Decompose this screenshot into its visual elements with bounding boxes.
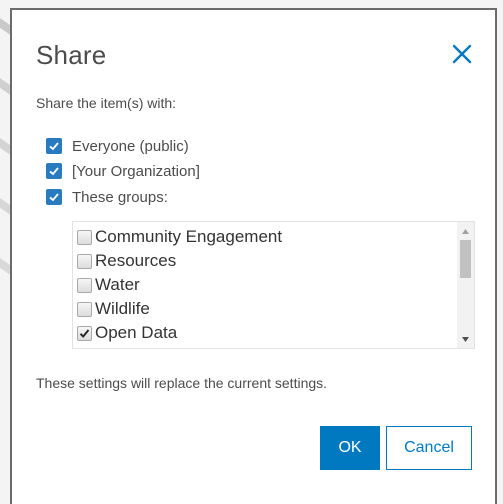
replace-settings-note: These settings will replace the current … xyxy=(36,375,328,391)
checkbox-checked-icon[interactable] xyxy=(46,163,62,179)
dialog-title: Share xyxy=(36,40,107,70)
cancel-button[interactable]: Cancel xyxy=(386,426,472,470)
everyone-public-label: Everyone (public) xyxy=(72,137,189,155)
group-label: Community Engagement xyxy=(95,227,283,246)
checkbox-checked-icon[interactable] xyxy=(77,325,92,341)
your-organization-checkbox[interactable]: [Your Organization] xyxy=(46,161,200,181)
these-groups-label: These groups: xyxy=(72,188,168,206)
checkbox-unchecked-icon[interactable] xyxy=(77,253,92,269)
checkbox-checked-icon[interactable] xyxy=(46,189,62,205)
scroll-down-icon xyxy=(462,336,469,342)
checkbox-checked-icon[interactable] xyxy=(46,138,62,154)
group-label: Resources xyxy=(95,251,177,270)
share-with-label: Share the item(s) with: xyxy=(36,95,177,111)
group-label: Water xyxy=(95,275,140,294)
checkbox-unchecked-icon[interactable] xyxy=(77,229,92,245)
scroll-up-icon xyxy=(462,228,469,234)
group-item-community-engagement[interactable]: Community Engagement xyxy=(77,226,282,248)
group-label: Wildlife xyxy=(95,299,150,318)
everyone-public-checkbox[interactable]: Everyone (public) xyxy=(46,136,189,156)
group-item-open-data[interactable]: Open Data xyxy=(77,322,177,344)
group-label: Open Data xyxy=(95,323,178,342)
groups-scrollbar[interactable] xyxy=(457,222,474,348)
close-icon xyxy=(452,44,472,64)
share-dialog: Share Share the item(s) with: Everyone (… xyxy=(10,8,497,504)
group-item-water[interactable]: Water xyxy=(77,274,140,296)
scroll-thumb[interactable] xyxy=(460,240,471,278)
group-item-wildlife[interactable]: Wildlife xyxy=(77,298,150,320)
scroll-down-arrow[interactable] xyxy=(457,332,474,346)
checkbox-unchecked-icon[interactable] xyxy=(77,277,92,293)
ok-button[interactable]: OK xyxy=(320,426,380,470)
your-organization-label: [Your Organization] xyxy=(72,162,200,180)
checkbox-unchecked-icon[interactable] xyxy=(77,301,92,317)
close-button[interactable] xyxy=(448,40,476,68)
scroll-up-arrow[interactable] xyxy=(457,224,474,238)
groups-list[interactable]: Community Engagement Resources Water Wil… xyxy=(72,221,475,349)
these-groups-checkbox[interactable]: These groups: xyxy=(46,187,168,207)
group-item-resources[interactable]: Resources xyxy=(77,250,176,272)
